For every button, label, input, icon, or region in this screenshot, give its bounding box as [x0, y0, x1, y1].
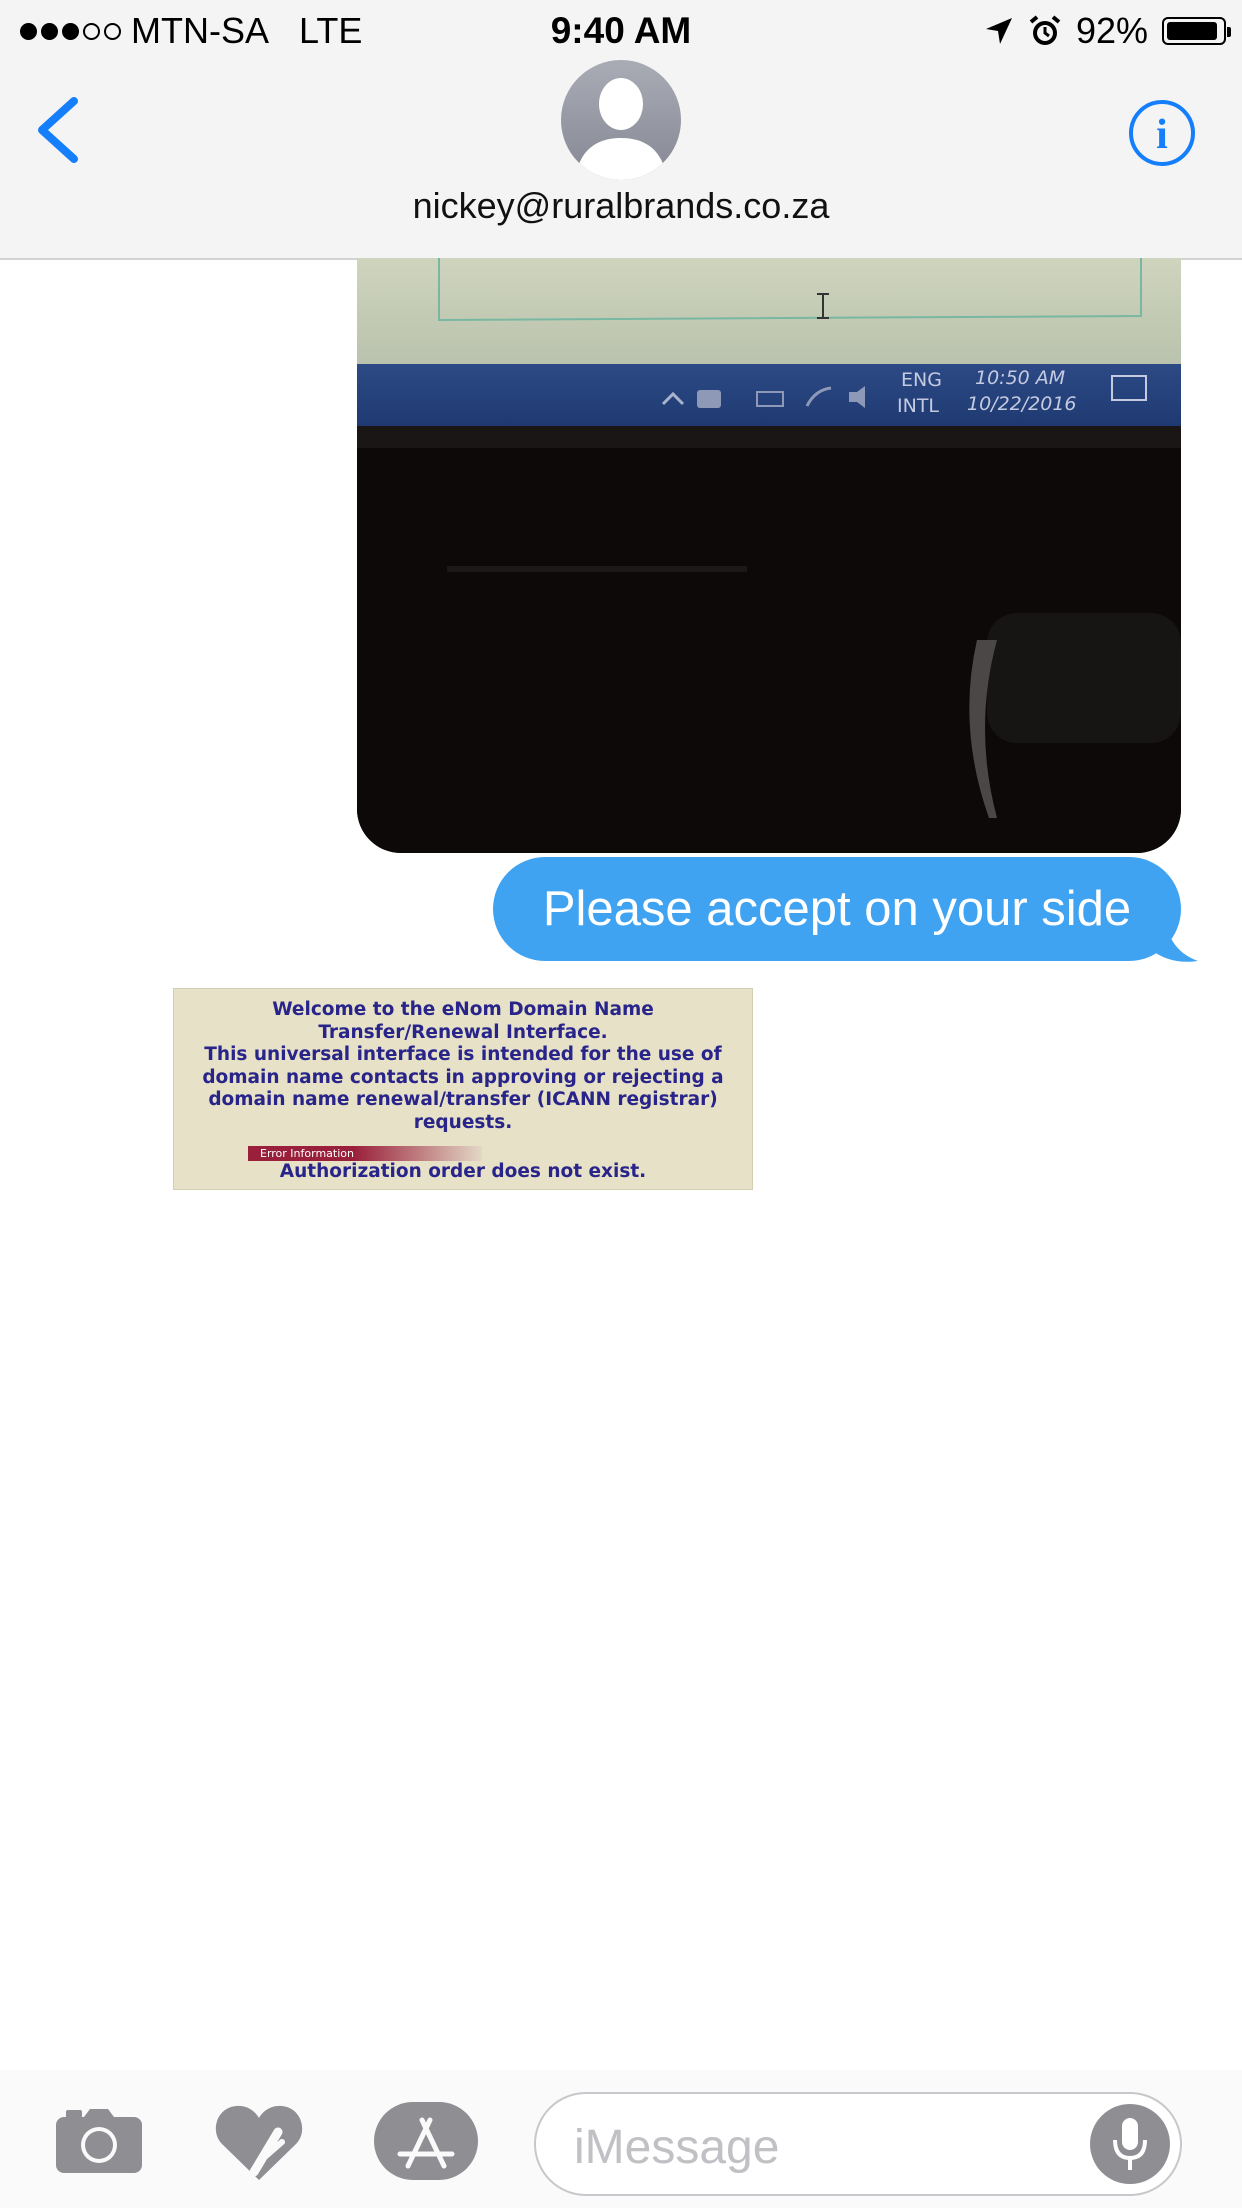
- app-store-icon[interactable]: [374, 2102, 478, 2180]
- enom-line: domain name contacts in approving or rej…: [202, 1066, 724, 1088]
- error-information-bar: Error Information: [248, 1146, 482, 1161]
- person-silhouette-icon: [575, 78, 667, 180]
- status-right: 92%: [984, 10, 1231, 52]
- info-icon[interactable]: i: [1127, 98, 1197, 168]
- photo-taskbar-lang: ENG: [901, 369, 942, 391]
- sent-message-bubble[interactable]: Please accept on your side: [493, 857, 1181, 961]
- laptop-photo: ENG INTL 10:50 AM 10/22/2016: [357, 258, 1181, 853]
- photo-taskbar-time: 10:50 AM: [975, 367, 1065, 389]
- battery-icon: [1162, 17, 1231, 45]
- status-bar: MTN-SA LTE 9:40 AM 92%: [0, 0, 1242, 60]
- sent-photo-message[interactable]: ENG INTL 10:50 AM 10/22/2016: [357, 258, 1181, 853]
- imessage-input[interactable]: iMessage: [534, 2092, 1182, 2196]
- enom-line: Welcome to the eNom Domain Name: [272, 999, 654, 1020]
- battery-percent: 92%: [1075, 10, 1148, 51]
- enom-line: Transfer/Renewal Interface.: [318, 1021, 608, 1043]
- contact-avatar[interactable]: [561, 60, 681, 180]
- enom-welcome-text: Welcome to the eNom Domain Name Transfer…: [174, 999, 752, 1134]
- camera-icon[interactable]: [56, 2107, 142, 2173]
- photo-taskbar-layout: INTL: [897, 395, 939, 417]
- alarm-clock-icon: [1029, 15, 1061, 45]
- photo-taskbar-date: 10/22/2016: [967, 393, 1077, 415]
- conversation-header: MTN-SA LTE 9:40 AM 92% nickey@ruralbrand…: [0, 0, 1242, 260]
- digital-touch-icon[interactable]: [214, 2102, 304, 2182]
- back-chevron-icon[interactable]: [30, 95, 90, 165]
- svg-text:i: i: [1156, 112, 1168, 158]
- microphone-button[interactable]: [1090, 2104, 1170, 2184]
- bubble-tail: [1150, 905, 1198, 962]
- error-message: Authorization order does not exist.: [279, 1161, 647, 1182]
- contact-name[interactable]: nickey@ruralbrands.co.za: [0, 185, 1242, 227]
- enom-line: requests.: [413, 1111, 513, 1133]
- enom-line: domain name renewal/transfer (ICANN regi…: [208, 1089, 718, 1110]
- microphone-icon: [1113, 2118, 1147, 2170]
- imessage-placeholder: iMessage: [574, 2121, 780, 2174]
- location-arrow-icon: [985, 18, 1012, 44]
- battery-fill: [1167, 22, 1217, 40]
- enom-line: This universal interface is intended for…: [204, 1044, 722, 1065]
- received-image-message[interactable]: Welcome to the eNom Domain Name Transfer…: [173, 988, 753, 1190]
